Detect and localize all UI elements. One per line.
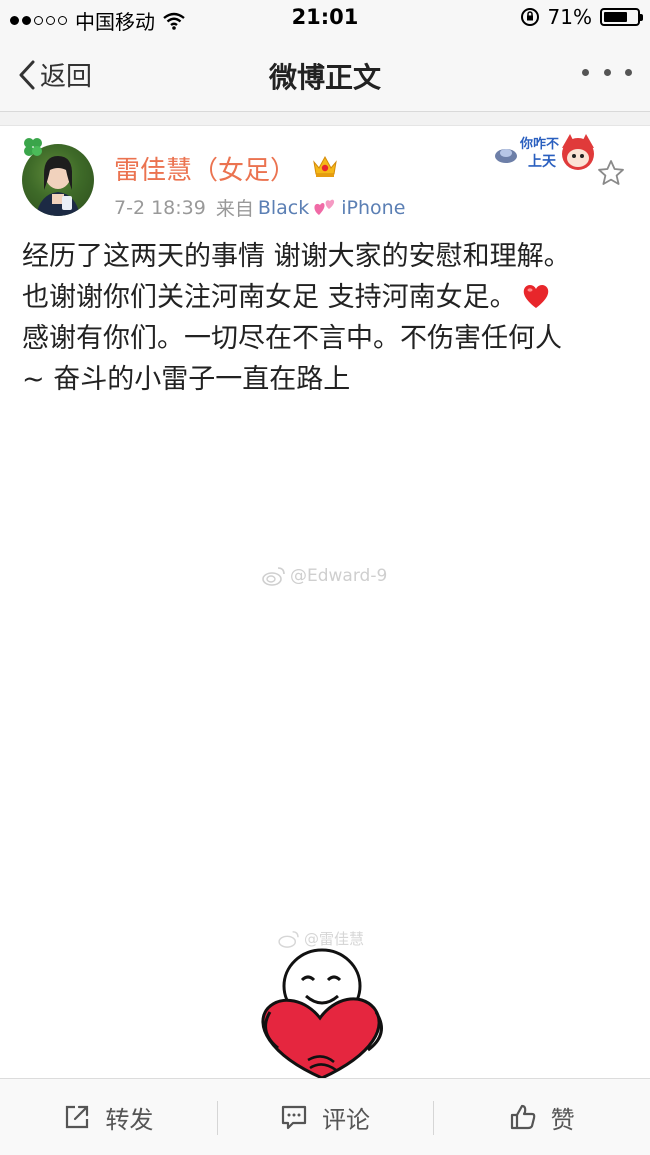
chevron-left-icon xyxy=(19,60,35,89)
post-time: 7-2 18:39 xyxy=(114,196,206,219)
cartoon-badge-icon: 你咋不 上天 xyxy=(495,134,594,170)
comment-button[interactable]: 评论 xyxy=(216,1079,434,1155)
nav-bar: 微博正文 返回 xyxy=(0,36,650,112)
clover-decoration-icon xyxy=(24,138,42,156)
battery-fill xyxy=(604,12,627,22)
more-button[interactable] xyxy=(582,54,632,90)
repost-label: 转发 xyxy=(105,1105,154,1134)
like-label: 赞 xyxy=(550,1105,575,1134)
post-meta: 7-2 18:39 来自 Black iPhone xyxy=(114,194,405,221)
red-heart-icon xyxy=(523,284,548,308)
post-line: 也谢谢你们关注河南女足 支持河南女足。 xyxy=(22,277,622,318)
comment-icon xyxy=(281,1105,307,1130)
post-line: ~ 奋斗的小雷子一直在路上 xyxy=(22,364,351,395)
source-prefix: 来自 xyxy=(215,198,254,220)
status-bar: 中国移动 21:01 71% xyxy=(0,0,650,36)
section-divider xyxy=(0,112,650,126)
repost-icon xyxy=(66,1105,89,1129)
post-source[interactable]: 来自 Black iPhone xyxy=(216,194,406,221)
page-title: 微博正文 xyxy=(268,61,381,94)
image-watermark: @Edward-9 xyxy=(262,566,387,586)
user-name[interactable]: 雷佳慧（女足） xyxy=(114,150,296,187)
hug-heart-sticker[interactable] xyxy=(248,942,398,1082)
more-dot xyxy=(625,68,632,76)
weibo-logo-icon xyxy=(262,567,285,586)
post-line-text: 也谢谢你们关注河南女足 支持河南女足。 xyxy=(22,282,517,313)
action-toolbar: 转发 评论 赞 xyxy=(0,1078,650,1155)
battery-percent: 71% xyxy=(547,5,592,29)
pink-hearts-icon xyxy=(314,199,335,215)
like-button[interactable]: 赞 xyxy=(433,1079,650,1155)
back-button[interactable]: 返回 xyxy=(18,56,92,93)
weibo-post-screen: 中国移动 21:01 71% 微博正文 返回 雷佳慧（女足） 7-2 18:39… xyxy=(0,0,650,1155)
post-content: 经历了这两天的事情 谢谢大家的安慰和理解。 也谢谢你们关注河南女足 支持河南女足… xyxy=(22,236,622,400)
status-right: 71% xyxy=(520,5,643,29)
badge-text-bottom: 上天 xyxy=(528,154,557,170)
favorite-star-icon[interactable] xyxy=(596,158,626,188)
source-device: iPhone xyxy=(341,196,406,219)
vip-crown-icon xyxy=(313,155,337,177)
repost-button[interactable]: 转发 xyxy=(0,1079,217,1155)
thumbs-up-icon xyxy=(510,1104,536,1130)
battery-icon xyxy=(600,8,643,26)
post-line: 感谢有你们。一切尽在不言中。不伤害任何人 xyxy=(22,323,562,354)
more-dot xyxy=(603,68,611,76)
back-label: 返回 xyxy=(40,62,93,92)
post-line: 经历了这两天的事情 谢谢大家的安慰和理解。 xyxy=(22,241,571,272)
more-dot xyxy=(582,68,589,76)
source-brand: Black xyxy=(257,196,310,219)
badge-text-top: 你咋不 xyxy=(519,136,559,152)
watermark-text: @Edward-9 xyxy=(290,566,388,586)
comment-label: 评论 xyxy=(322,1105,370,1134)
orientation-lock-icon xyxy=(520,8,539,26)
